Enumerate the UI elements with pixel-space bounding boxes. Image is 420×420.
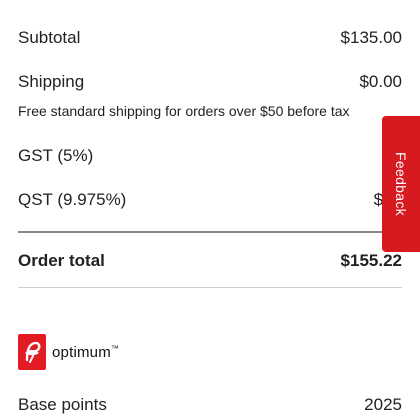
order-total-label: Order total bbox=[18, 251, 105, 270]
shipping-note: Free standard shipping for orders over $… bbox=[18, 103, 350, 119]
section-divider bbox=[18, 287, 402, 288]
pc-optimum-wordmark-text: optimum bbox=[52, 343, 111, 361]
total-divider bbox=[18, 231, 402, 233]
gst-label: GST (5%) bbox=[18, 146, 94, 165]
pc-optimum-wordmark: optimum™ bbox=[52, 344, 119, 361]
shipping-label: Shipping bbox=[18, 72, 85, 91]
qst-label: QST (9.975%) bbox=[18, 190, 127, 209]
shipping-value: $0.00 bbox=[359, 72, 402, 91]
order-summary-page: Subtotal $135.00 Shipping $0.00 Free sta… bbox=[0, 0, 420, 420]
pc-optimum-mark-icon bbox=[25, 341, 41, 363]
gst-row: GST (5%) $6 bbox=[18, 144, 402, 168]
pc-optimum-trademark: ™ bbox=[110, 343, 120, 353]
base-points-label: Base points bbox=[18, 395, 107, 414]
base-points-value: 2025 bbox=[364, 395, 402, 414]
feedback-label: Feedback bbox=[393, 152, 410, 216]
pc-optimum-brand: optimum™ bbox=[18, 334, 119, 370]
order-total-value: $155.22 bbox=[340, 251, 402, 270]
shipping-row: Shipping $0.00 bbox=[18, 70, 402, 94]
pc-optimum-logo-icon bbox=[18, 334, 46, 370]
feedback-tab-button[interactable]: Feedback bbox=[382, 116, 420, 252]
base-points-row: Base points 2025 bbox=[18, 393, 402, 417]
subtotal-row: Subtotal $135.00 bbox=[18, 26, 402, 50]
subtotal-value: $135.00 bbox=[340, 28, 402, 47]
subtotal-label: Subtotal bbox=[18, 28, 81, 47]
order-total-row: Order total $155.22 bbox=[18, 249, 402, 273]
qst-row: QST (9.975%) $13 bbox=[18, 188, 402, 212]
